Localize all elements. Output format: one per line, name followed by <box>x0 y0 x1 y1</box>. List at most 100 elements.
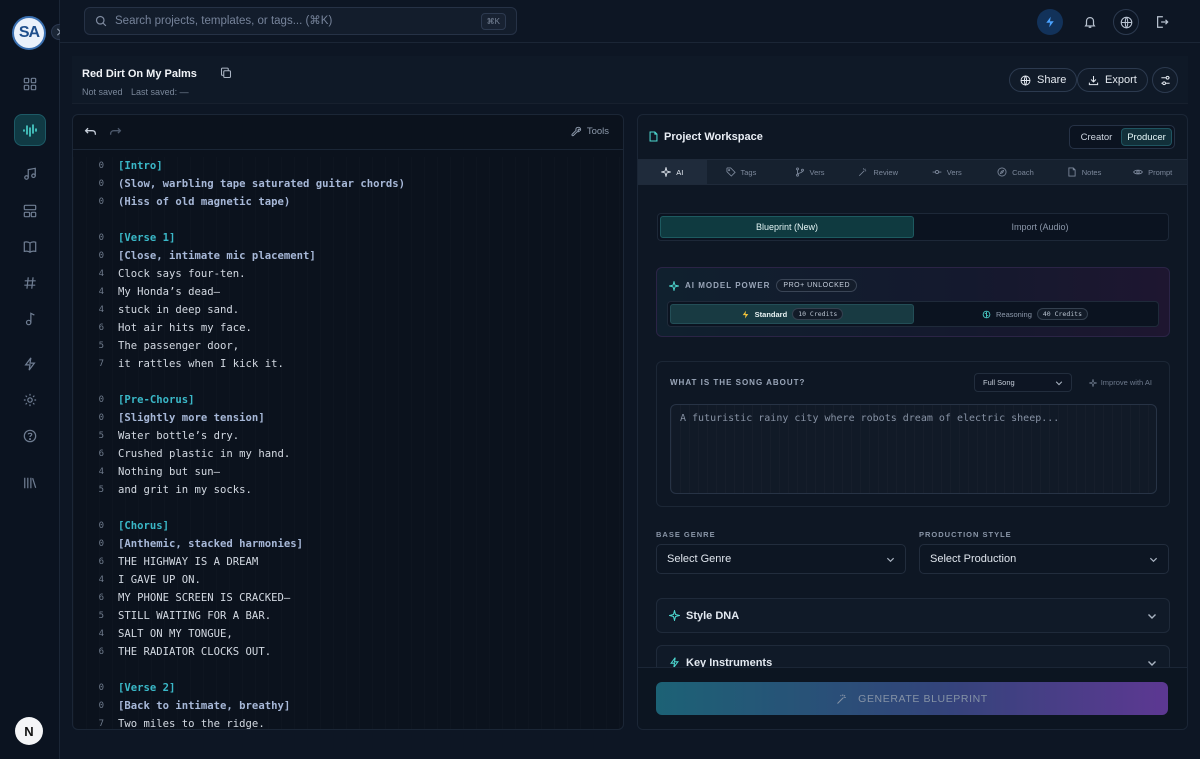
share-button[interactable]: Share <box>1009 68 1078 92</box>
notifications-button[interactable] <box>1077 9 1103 35</box>
lyric-line[interactable]: 0 [Verse 2] <box>73 679 623 697</box>
lyric-text: Water bottle’s dry. <box>118 430 240 442</box>
blank-line[interactable] <box>73 211 623 229</box>
lyric-line[interactable]: 0 [Verse 1] <box>73 229 623 247</box>
tab-coach[interactable]: Coach <box>981 160 1050 184</box>
lyric-line[interactable]: 0 (Hiss of old magnetic tape) <box>73 193 623 211</box>
song-header: Red Dirt On My Palms Not saved Last save… <box>72 56 1188 104</box>
lyric-line[interactable]: 7 Two miles to the ridge. <box>73 715 623 729</box>
waveform-icon[interactable] <box>14 114 46 146</box>
tab-notes[interactable]: Notes <box>1050 160 1119 184</box>
lyric-line[interactable]: 6 Crushed plastic in my hand. <box>73 445 623 463</box>
improve-with-ai-button[interactable]: Improve with AI <box>1088 378 1152 387</box>
tab-label: Coach <box>1012 167 1034 177</box>
lyric-line[interactable]: 4 Clock says four-ten. <box>73 265 623 283</box>
file-icon <box>648 131 659 142</box>
mode-creator[interactable]: Creator <box>1072 128 1121 146</box>
lyric-line[interactable]: 4 SALT ON MY TONGUE, <box>73 625 623 643</box>
logout-button[interactable] <box>1149 9 1175 35</box>
lyric-line[interactable]: 6 THE RADIATOR CLOCKS OUT. <box>73 643 623 661</box>
search-input[interactable] <box>115 15 485 27</box>
blank-line[interactable] <box>73 661 623 679</box>
lyric-line[interactable]: 5 Water bottle’s dry. <box>73 427 623 445</box>
lyric-line[interactable]: 0 [Intro] <box>73 157 623 175</box>
production-select[interactable]: Select Production <box>919 544 1169 574</box>
lyric-line[interactable]: 6 THE HIGHWAY IS A DREAM <box>73 553 623 571</box>
library-icon[interactable] <box>14 467 46 499</box>
lyrics-editor[interactable]: Tools 0 [Intro] 0 (Slow, warbling tape satu… <box>72 114 624 730</box>
lyric-line[interactable]: 6 MY PHONE SCREEN IS CRACKED— <box>73 589 623 607</box>
redo-button[interactable] <box>109 125 122 138</box>
copy-title-button[interactable] <box>220 67 232 79</box>
tab-review[interactable]: Review <box>844 160 913 184</box>
tab-vers-2[interactable]: Vers <box>913 160 982 184</box>
lyric-line[interactable]: 0 [Pre-Chorus] <box>73 391 623 409</box>
lyric-line[interactable]: 0 [Anthemic, stacked harmonies] <box>73 535 623 553</box>
mode-toggle: Creator Producer <box>1069 125 1175 149</box>
syllable-count: 0 <box>98 251 104 261</box>
performance-cue: [Slightly more tension] <box>118 412 265 424</box>
hash-icon[interactable] <box>14 267 46 299</box>
search-box[interactable]: ⌘K <box>84 7 517 35</box>
lyric-line[interactable]: 4 My Honda’s dead— <box>73 283 623 301</box>
lyric-line[interactable]: 5 and grit in my socks. <box>73 481 623 499</box>
import-audio-option[interactable]: Import (Audio) <box>914 216 1166 238</box>
tab-label: Vers <box>809 167 825 177</box>
blank-line[interactable] <box>73 373 623 391</box>
book-icon[interactable] <box>14 231 46 263</box>
reasoning-option[interactable]: Reasoning 40 Credits <box>914 304 1156 324</box>
lyric-line[interactable]: 0 [Close, intimate mic placement] <box>73 247 623 265</box>
dashboard-icon[interactable] <box>14 68 46 100</box>
lyric-line[interactable]: 5 STILL WAITING FOR A BAR. <box>73 607 623 625</box>
lyric-line[interactable]: 7 it rattles when I kick it. <box>73 355 623 373</box>
lyric-line[interactable]: 4 stuck in deep sand. <box>73 301 623 319</box>
syllable-count: 4 <box>98 467 104 477</box>
lyric-lines[interactable]: 0 [Intro] 0 (Slow, warbling tape saturated … <box>73 157 623 729</box>
lyric-line[interactable]: 4 I GAVE UP ON. <box>73 571 623 589</box>
performance-cue: [Close, intimate mic placement] <box>118 250 316 262</box>
tab-tags[interactable]: Tags <box>707 160 776 184</box>
lyric-line[interactable]: 4 Nothing but sun— <box>73 463 623 481</box>
music-single-icon[interactable] <box>14 303 46 335</box>
settings-icon[interactable] <box>14 384 46 416</box>
bolt-icon[interactable] <box>14 348 46 380</box>
app-logo[interactable]: SA <box>12 16 46 50</box>
lyric-text: Hot air hits my face. <box>118 322 252 334</box>
tools-button[interactable]: Tools <box>571 126 609 137</box>
song-about-textarea[interactable]: A futuristic rainy city where robots dre… <box>670 404 1157 494</box>
generate-blueprint-button[interactable]: GENERATE BLUEPRINT <box>656 682 1168 715</box>
user-avatar[interactable]: N <box>15 717 43 745</box>
tab-vers[interactable]: Vers <box>775 160 844 184</box>
syllable-count: 0 <box>98 539 104 549</box>
standard-option[interactable]: Standard 10 Credits <box>670 304 914 324</box>
lyric-line[interactable]: 5 The passenger door, <box>73 337 623 355</box>
syllable-count: 0 <box>98 413 104 423</box>
credits-bolt-button[interactable] <box>1037 9 1063 35</box>
music-note-icon[interactable] <box>14 158 46 190</box>
blueprint-new-option[interactable]: Blueprint (New) <box>660 216 914 238</box>
tab-ai[interactable]: AI <box>638 160 707 184</box>
tab-prompt[interactable]: Prompt <box>1118 160 1187 184</box>
scope-select[interactable]: Full Song <box>974 373 1072 392</box>
language-button[interactable] <box>1113 9 1139 35</box>
sparkle-icon <box>661 167 672 177</box>
syllable-count: 4 <box>98 269 104 279</box>
export-button[interactable]: Export <box>1077 68 1148 92</box>
lyric-line[interactable]: 6 Hot air hits my face. <box>73 319 623 337</box>
commit-icon <box>932 167 942 177</box>
syllable-count: 5 <box>98 341 104 351</box>
layout-icon[interactable] <box>14 195 46 227</box>
help-icon[interactable] <box>14 420 46 452</box>
lyric-line[interactable]: 0 [Back to intimate, breathy] <box>73 697 623 715</box>
blank-line[interactable] <box>73 499 623 517</box>
genre-select[interactable]: Select Genre <box>656 544 906 574</box>
lyric-line[interactable]: 0 (Slow, warbling tape saturated guitar c… <box>73 175 623 193</box>
performance-cue: (Hiss of old magnetic tape) <box>118 196 291 208</box>
settings-sliders-button[interactable] <box>1152 67 1178 93</box>
undo-button[interactable] <box>84 125 97 138</box>
lyric-line[interactable]: 0 [Slightly more tension] <box>73 409 623 427</box>
lyric-line[interactable]: 0 [Chorus] <box>73 517 623 535</box>
song-title[interactable]: Red Dirt On My Palms <box>82 68 197 80</box>
mode-producer[interactable]: Producer <box>1121 128 1172 146</box>
style-dna-accordion[interactable]: Style DNA <box>656 598 1170 633</box>
